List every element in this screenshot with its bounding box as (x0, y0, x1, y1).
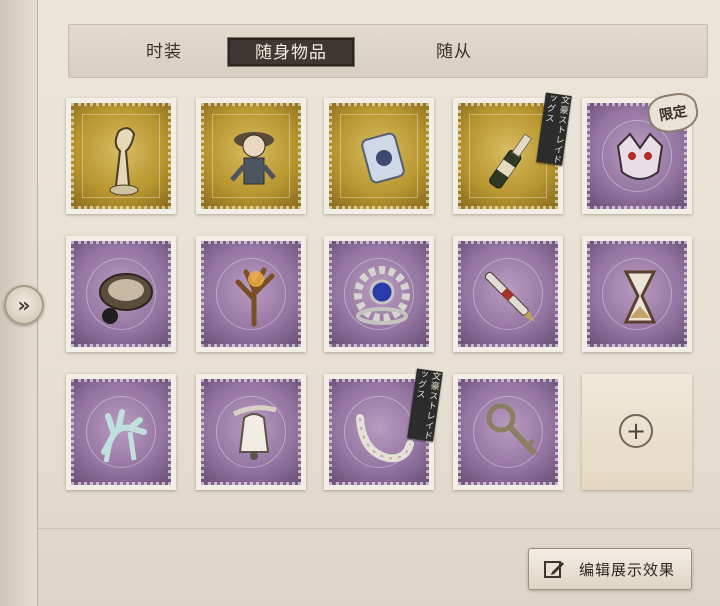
antler-lamp-icon (235, 267, 275, 327)
purple-stamp-frame (587, 241, 687, 347)
purple-stamp-frame (458, 241, 558, 347)
doll-figure-icon (230, 132, 276, 185)
purple-stamp-frame (71, 379, 171, 485)
bird-vase-icon (109, 127, 139, 196)
item-slot[interactable] (66, 98, 176, 214)
item-slot[interactable] (453, 236, 563, 352)
item-slot[interactable] (196, 98, 306, 214)
item-slot[interactable] (453, 374, 563, 490)
hourglass-icon (623, 270, 657, 324)
add-item-slot[interactable]: + (582, 374, 692, 490)
collection-panel: 时装 随身物品 随从 文豪ストレイドッグス 限定 文豪ストレイドッグス + 编辑展示效… (38, 0, 720, 606)
item-slot[interactable]: 文豪ストレイドッグス (324, 368, 443, 490)
plus-icon: + (619, 414, 653, 448)
gear-ring-icon (354, 266, 410, 325)
music-box-icon (99, 273, 153, 324)
divider (38, 528, 720, 529)
tab-bar: 时装 随身物品 随从 (68, 24, 708, 78)
item-slot[interactable]: 文豪ストレイドッグス (453, 92, 572, 214)
deer-ornament-icon (101, 409, 147, 463)
tab-accessories[interactable]: 随身物品 (227, 37, 355, 67)
edit-icon (544, 561, 564, 578)
purple-stamp-frame (201, 379, 301, 485)
item-slot[interactable] (324, 98, 434, 214)
edit-display-button[interactable]: 编辑展示效果 (528, 548, 692, 590)
purple-stamp-frame (458, 379, 558, 485)
edit-display-label: 编辑展示效果 (579, 560, 676, 579)
item-slot[interactable] (66, 236, 176, 352)
item-slot[interactable] (196, 374, 306, 490)
tab-followers[interactable]: 随从 (399, 37, 509, 67)
purple-stamp-frame (71, 241, 171, 347)
item-slot[interactable] (324, 236, 434, 352)
bell-icon (232, 405, 277, 460)
purple-stamp-frame (201, 241, 301, 347)
purple-stamp-frame (329, 241, 429, 347)
collapse-button[interactable]: » (4, 285, 44, 325)
double-chevron-right-icon: » (17, 293, 31, 317)
tab-costume[interactable]: 时装 (119, 37, 209, 67)
item-slot[interactable] (582, 236, 692, 352)
gold-stamp-frame (71, 103, 171, 209)
item-slot[interactable]: 限定 (582, 89, 701, 214)
glass-jar-icon (361, 132, 405, 184)
gold-stamp-frame (329, 103, 429, 209)
ornate-key-icon (486, 403, 538, 457)
item-slot[interactable] (66, 374, 176, 490)
fountain-pen-icon (484, 271, 536, 323)
gold-stamp-frame (201, 103, 301, 209)
item-grid: 文豪ストレイドッグス 限定 文豪ストレイドッグス + (66, 89, 706, 498)
item-slot[interactable] (196, 236, 306, 352)
